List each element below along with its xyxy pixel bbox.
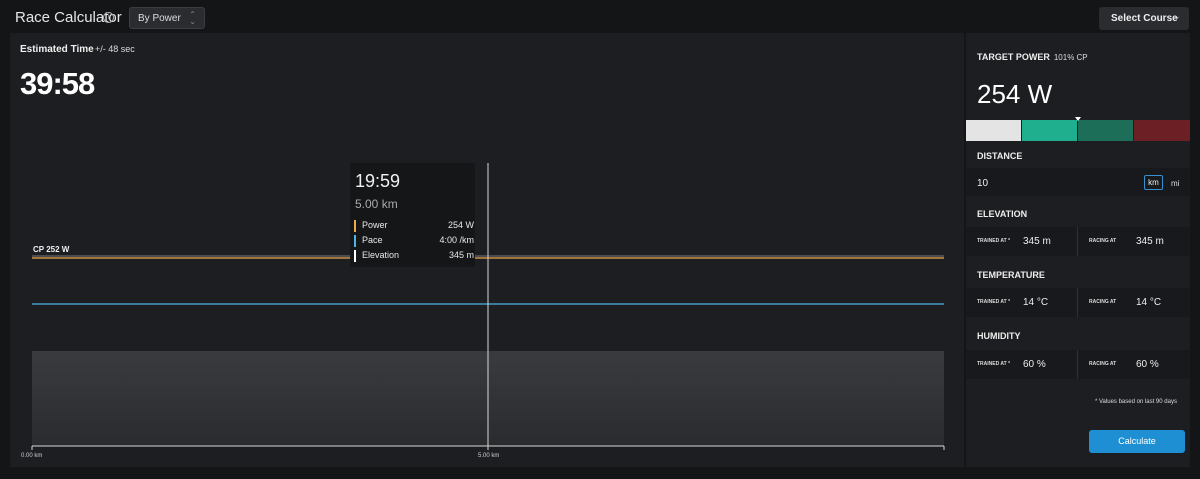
humidity-racing-field[interactable]: 60 % xyxy=(1136,359,1159,370)
tooltip-key: Power xyxy=(362,220,388,230)
select-course-label: Select Course xyxy=(1111,13,1178,24)
elevation-trained-value: 345 xyxy=(1023,236,1040,247)
elevation-racing-label: RACING AT xyxy=(1089,238,1117,244)
humidity-racing-label: RACING AT xyxy=(1089,361,1117,367)
target-power-title: TARGET POWER 101% CP xyxy=(977,52,1088,62)
elevation-unit: m xyxy=(1042,236,1051,247)
elevation-trained-label: TRAINED AT * xyxy=(977,238,1011,244)
tooltip-value: 345 m xyxy=(448,250,474,260)
unit-mi-toggle[interactable]: mi xyxy=(1171,179,1179,188)
chevron-updown-icon: ⌃ ⌄ xyxy=(189,10,196,26)
distance-title: DISTANCE xyxy=(977,151,1023,161)
humidity-trained-label: TRAINED AT * xyxy=(977,361,1011,367)
temperature-title: TEMPERATURE xyxy=(977,270,1045,280)
temperature-racing-value: 14 xyxy=(1136,297,1148,308)
humidity-trained-field[interactable]: 60 % xyxy=(1023,359,1046,370)
chart-panel: Estimated Time +/- 48 sec 39:58 0.00 km … xyxy=(10,33,964,467)
tooltip-row-pace: Pace 4:00 /km xyxy=(354,235,474,247)
unit-km-toggle[interactable]: km xyxy=(1144,175,1163,190)
top-bar: Race Calculator i By Power ⌃ ⌄ Select Cou… xyxy=(0,0,1200,36)
humidity-trained-value: 60 xyxy=(1023,359,1035,370)
power-zone-2 xyxy=(1022,120,1077,141)
calculate-label: Calculate xyxy=(1118,436,1156,446)
mode-select[interactable]: By Power ⌃ ⌄ xyxy=(129,7,205,29)
tooltip-row-elevation: Elevation 345 m xyxy=(354,250,474,262)
humidity-title: HUMIDITY xyxy=(977,331,1021,341)
temperature-unit: °C xyxy=(1036,297,1049,308)
x-tick-label: 0.00 km xyxy=(21,453,42,459)
elevation-racing-value: 345 xyxy=(1136,236,1153,247)
target-power-value: 254 W xyxy=(977,79,1053,109)
field-divider xyxy=(1077,350,1078,379)
tooltip-key: Pace xyxy=(362,235,383,245)
chart-tooltip: 19:59 5.00 km Power 254 W Pace 4:00 /km … xyxy=(350,163,475,267)
temperature-trained-field[interactable]: 14 °C xyxy=(1023,297,1048,308)
sidebar: TARGET POWER 101% CP 254 W DISTANCE 10 km… xyxy=(966,33,1190,467)
x-tick-label: 5.00 km xyxy=(478,453,499,459)
field-divider xyxy=(1077,227,1078,256)
tooltip-row-power: Power 254 W xyxy=(354,220,474,232)
tooltip-distance: 5.00 km xyxy=(355,197,398,211)
tooltip-key: Elevation xyxy=(362,250,400,260)
field-divider xyxy=(1077,288,1078,317)
power-zone-4 xyxy=(1134,120,1190,141)
elevation-trained-field[interactable]: 345 m xyxy=(1023,236,1051,247)
elevation-unit: m xyxy=(1155,236,1164,247)
power-zone-3 xyxy=(1078,120,1133,141)
race-chart[interactable]: 0.00 km 5.00 km CP 252 W xyxy=(10,33,964,467)
humidity-unit: % xyxy=(1036,359,1046,370)
select-course-button[interactable]: Select Course ⌄ xyxy=(1099,7,1189,30)
cp-annotation: CP 252 W xyxy=(33,245,70,254)
target-power-cp-percent: 101% CP xyxy=(1053,53,1088,62)
chevron-down-icon: ⌄ xyxy=(1173,11,1181,21)
temperature-racing-field[interactable]: 14 °C xyxy=(1136,297,1161,308)
tooltip-value: 4:00 /km xyxy=(439,235,474,245)
distance-input[interactable]: 10 xyxy=(977,178,988,189)
info-icon[interactable]: i xyxy=(103,12,114,23)
values-note: * Values based on last 90 days xyxy=(1095,399,1177,405)
power-zone-1 xyxy=(966,120,1021,141)
temperature-trained-value: 14 xyxy=(1023,297,1035,308)
temperature-racing-label: RACING AT xyxy=(1089,299,1117,305)
power-zone-marker xyxy=(1075,117,1081,121)
temperature-unit: °C xyxy=(1149,297,1162,308)
humidity-racing-value: 60 xyxy=(1136,359,1148,370)
tooltip-time: 19:59 xyxy=(355,171,401,191)
elevation-racing-field[interactable]: 345 m xyxy=(1136,236,1164,247)
elevation-title: ELEVATION xyxy=(977,209,1028,219)
target-power-title-text: TARGET POWER xyxy=(977,52,1050,62)
mode-select-value: By Power xyxy=(138,13,181,24)
calculate-button[interactable]: Calculate xyxy=(1089,430,1185,453)
temperature-trained-label: TRAINED AT * xyxy=(977,299,1011,305)
tooltip-value: 254 W xyxy=(447,220,474,230)
humidity-unit: % xyxy=(1149,359,1159,370)
